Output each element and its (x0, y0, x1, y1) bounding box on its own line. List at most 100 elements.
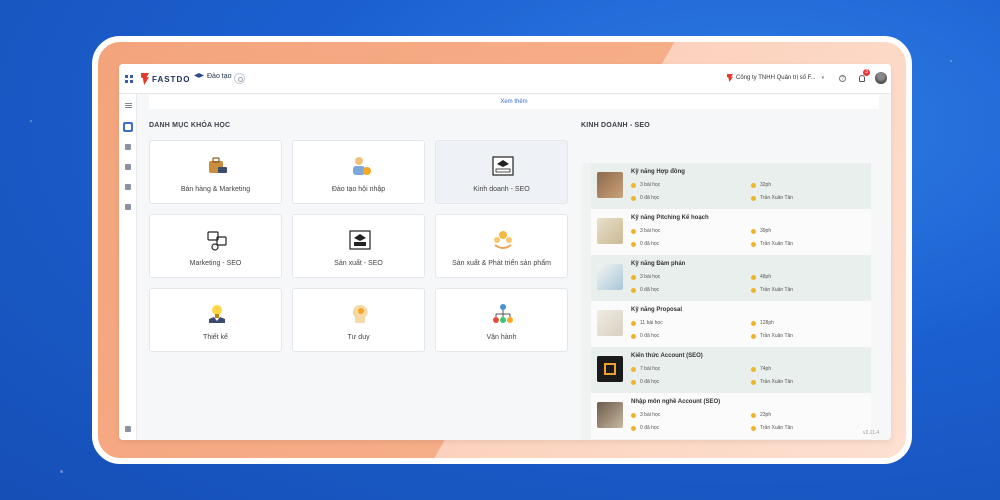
duration: 39ph (751, 228, 771, 234)
clock-icon (751, 274, 756, 280)
category-card[interactable]: Marketing - SEO (149, 214, 282, 278)
category-label: Tư duy (347, 334, 370, 341)
clock-icon (751, 320, 756, 326)
logout-button[interactable] (123, 424, 133, 434)
book-icon (125, 124, 131, 130)
course-name: Kỹ năng Pitching Kế hoạch (631, 215, 709, 221)
library-icon (125, 164, 131, 170)
category-card[interactable]: Tư duy (292, 288, 425, 352)
logo-text: FASTDO (152, 74, 191, 84)
company-flag-icon (727, 74, 733, 82)
clock-icon (751, 228, 756, 234)
category-card[interactable]: Bán hàng & Marketing (149, 140, 282, 204)
learned-count: 0 đã học (631, 195, 659, 201)
company-selector[interactable]: Công ty TNHH Quản trị số F... ▾ (727, 74, 824, 82)
duration: 32ph (751, 182, 771, 188)
user-icon (751, 425, 756, 431)
course-thumbnail (597, 356, 623, 382)
user-icon (751, 195, 756, 201)
learned-count: 0 đã học (631, 287, 659, 293)
sidebar-item-library[interactable] (123, 162, 133, 172)
users-icon (631, 241, 636, 247)
user-icon (751, 241, 756, 247)
lessons-count: 3 bài học (631, 228, 660, 234)
course-item[interactable]: Kỹ năng Proposal 11 bài học 128ph 0 đã h… (591, 301, 871, 347)
sidebar-item-users[interactable] (123, 142, 133, 152)
duration: 128ph (751, 320, 774, 326)
lessons-count: 3 bài học (631, 182, 660, 188)
document-icon (125, 204, 131, 210)
category-label: Vận hành (486, 334, 517, 341)
user-icon (751, 333, 756, 339)
author: Trần Xuân Tân (751, 195, 793, 201)
users-icon (125, 144, 131, 150)
search-icon[interactable] (234, 73, 245, 84)
category-card[interactable]: Sản xuất & Phát triển sản phẩm (435, 214, 568, 278)
avatar[interactable] (875, 72, 887, 84)
course-name: Kiến thức Account (SEO) (631, 353, 703, 359)
author: Trần Xuân Tân (751, 241, 793, 247)
course-item[interactable]: Kỹ năng Hợp đồng 3 bài học 32ph 0 đã học… (591, 163, 871, 209)
sidebar-item-documents[interactable] (123, 202, 133, 212)
duration: 74ph (751, 366, 771, 372)
course-item[interactable]: Kiến thức Account (SEO) 7 bài học 74ph 0… (591, 347, 871, 393)
author: Trần Xuân Tân (751, 379, 793, 385)
category-card[interactable]: Đào tạo hội nhập (292, 140, 425, 204)
nav-training[interactable]: Đào tạo (194, 73, 232, 80)
course-name: Kỹ năng Đàm phán (631, 261, 686, 267)
fastdo-flag-icon (141, 73, 149, 85)
category-label: Thiết kế (203, 334, 228, 341)
course-item[interactable]: Nhập môn nghề Account (SEO) 3 bài học 23… (591, 393, 871, 439)
course-item[interactable]: Kỹ năng Pitching Kế hoạch 3 bài học 39ph… (591, 209, 871, 255)
category-card[interactable]: Thiết kế (149, 288, 282, 352)
duration: 23ph (751, 412, 771, 418)
course-thumbnail (597, 218, 623, 244)
category-card[interactable]: Sản xuất - SEO (292, 214, 425, 278)
marketing-chat-icon (206, 229, 228, 251)
bell-icon[interactable] (859, 75, 865, 82)
lessons-count: 11 bài học (631, 320, 663, 326)
lessons-count: 7 bài học (631, 366, 660, 372)
operations-tree-icon (492, 303, 514, 325)
fastdo-logo[interactable]: FASTDO (141, 72, 190, 86)
lessons-count: 3 bài học (631, 412, 660, 418)
lessons-count: 3 bài học (631, 274, 660, 280)
course-thumbnail (597, 310, 623, 336)
seo-course-list: Kỹ năng Hợp đồng 3 bài học 32ph 0 đã học… (581, 163, 871, 440)
sidebar (119, 94, 137, 440)
book-icon (631, 228, 636, 234)
sales-bag-icon (206, 155, 228, 177)
users-icon (631, 425, 636, 431)
catalog-title: DANH MỤC KHÓA HỌC (149, 122, 231, 129)
sidebar-item-courses[interactable] (123, 122, 133, 132)
category-card-selected[interactable]: Kinh doanh - SEO (435, 140, 568, 204)
nav-training-label: Đào tạo (207, 73, 232, 80)
seo-section-title: KINH DOANH - SEO (581, 122, 650, 129)
sidebar-item-profile[interactable] (123, 182, 133, 192)
category-card[interactable]: Vận hành (435, 288, 568, 352)
menu-toggle-icon[interactable] (123, 100, 133, 110)
bg-sparkle (30, 120, 32, 122)
category-label: Sản xuất - SEO (334, 260, 383, 267)
clock-icon (751, 366, 756, 372)
course-item[interactable]: Kỹ năng Đàm phán 3 bài học 48ph 0 đã học… (591, 255, 871, 301)
users-icon (631, 379, 636, 385)
course-name: Kỹ năng Hợp đồng (631, 169, 685, 175)
author: Trần Xuân Tân (751, 333, 793, 339)
clock-icon (751, 182, 756, 188)
category-label: Đào tạo hội nhập (331, 186, 386, 193)
learned-count: 0 đã học (631, 241, 659, 247)
see-more-link[interactable]: Xem thêm (149, 95, 879, 109)
author: Trần Xuân Tân (751, 287, 793, 293)
course-thumbnail (597, 172, 623, 198)
logout-icon (125, 426, 131, 432)
category-label: Bán hàng & Marketing (180, 186, 251, 193)
version-label: v2.11.4 (863, 430, 880, 436)
company-name: Công ty TNHH Quản trị số F... (736, 75, 816, 81)
book-icon (631, 366, 636, 372)
help-icon[interactable]: ? (839, 75, 846, 82)
learned-count: 0 đã học (631, 425, 659, 431)
apps-grid-icon[interactable] (125, 75, 133, 83)
clock-icon (751, 412, 756, 418)
book-icon (631, 274, 636, 280)
